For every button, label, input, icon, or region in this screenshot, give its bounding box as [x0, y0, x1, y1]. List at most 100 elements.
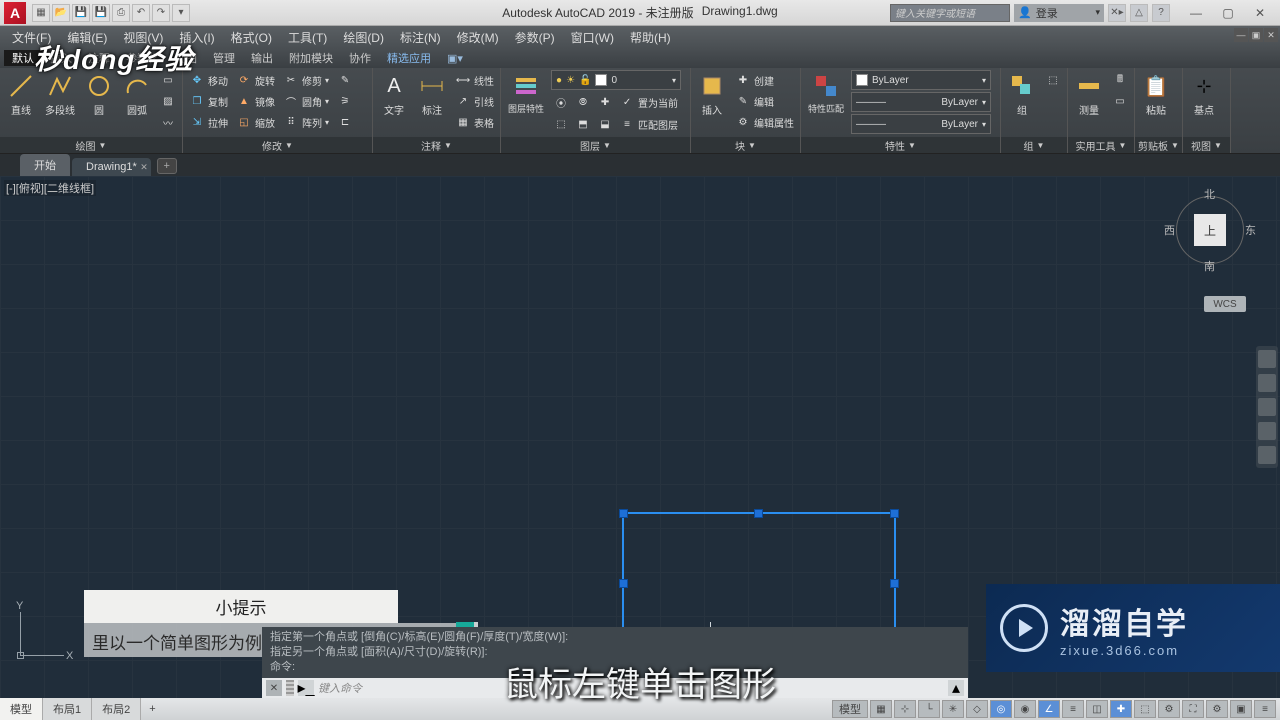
match-properties-button[interactable]: 特性匹配	[805, 70, 847, 117]
status-grid-icon[interactable]: ▦	[870, 700, 892, 718]
layer-tool2-icon[interactable]: ⦾	[573, 92, 593, 112]
cmd-grip-icon[interactable]	[286, 680, 294, 696]
tab-featured[interactable]: 精选应用	[379, 50, 439, 66]
text-button[interactable]: A文字	[377, 70, 411, 119]
lineweight-dropdown[interactable]: ———ByLayer▾	[851, 92, 991, 112]
status-polar-icon[interactable]: ✳	[942, 700, 964, 718]
rotate-button[interactable]: ⟳旋转	[234, 70, 277, 90]
help-icon[interactable]: ?	[1152, 4, 1170, 22]
setcurrent-button[interactable]: ✓置为当前	[617, 92, 680, 112]
favorite-icon[interactable]: △	[1130, 4, 1148, 22]
spline-icon[interactable]: 〰	[158, 112, 178, 132]
copy-button[interactable]: ❐复制	[187, 91, 230, 111]
editattr-button[interactable]: ⚙编辑属性	[733, 112, 796, 132]
app-logo[interactable]: A	[4, 2, 26, 24]
status-iso-icon[interactable]: ◇	[966, 700, 988, 718]
paste-button[interactable]: 📋粘贴	[1139, 70, 1173, 119]
linear-dim-button[interactable]: ⟷线性	[453, 70, 496, 90]
qat-save-icon[interactable]: 💾	[72, 4, 90, 22]
viewcube-top-face[interactable]: 上	[1194, 214, 1226, 246]
status-custom-icon[interactable]: ≡	[1254, 700, 1276, 718]
layer-tool4-icon[interactable]: ⬚	[551, 114, 571, 134]
status-ws-icon[interactable]: ⚙	[1206, 700, 1228, 718]
layer-properties-button[interactable]: 图层特性	[505, 70, 547, 117]
tab-expand-icon[interactable]: ▣▾	[439, 52, 471, 65]
qat-undo-icon[interactable]: ↶	[132, 4, 150, 22]
qat-open-icon[interactable]: 📂	[52, 4, 70, 22]
menu-dimension[interactable]: 标注(N)	[392, 26, 449, 48]
menu-format[interactable]: 格式(O)	[223, 26, 280, 48]
status-3dosnap-icon[interactable]: ◉	[1014, 700, 1036, 718]
offset-icon[interactable]: ⊏	[335, 112, 355, 132]
nav-orbit-icon[interactable]	[1258, 422, 1276, 440]
layer-dropdown[interactable]: ● ☀ 🔓 0 ▾	[551, 70, 681, 90]
menu-modify[interactable]: 修改(M)	[449, 26, 507, 48]
qat-plot-icon[interactable]: ⎙	[112, 4, 130, 22]
hatch-icon[interactable]: ▨	[158, 91, 178, 111]
nav-showmotion-icon[interactable]	[1258, 446, 1276, 464]
doc-restore-button[interactable]: ▣	[1249, 28, 1263, 42]
select-icon[interactable]: ▭	[1110, 91, 1130, 111]
layout-add-button[interactable]: +	[141, 698, 163, 720]
exchange-icon[interactable]: ✕▸	[1108, 4, 1126, 22]
fillet-button[interactable]: ⌒圆角▾	[281, 91, 331, 111]
leader-button[interactable]: ↗引线	[453, 91, 496, 111]
qat-new-icon[interactable]: ▦	[32, 4, 50, 22]
menu-draw[interactable]: 绘图(D)	[335, 26, 392, 48]
tab-collaborate[interactable]: 协作	[341, 50, 379, 66]
menu-parametric[interactable]: 参数(P)	[507, 26, 563, 48]
status-osnap-icon[interactable]: ◎	[990, 700, 1012, 718]
array-button[interactable]: ⠿阵列▾	[281, 112, 331, 132]
qat-saveas-icon[interactable]: 💾	[92, 4, 110, 22]
nav-zoom-icon[interactable]	[1258, 398, 1276, 416]
scale-button[interactable]: ◱缩放	[234, 112, 277, 132]
view-cube[interactable]: 上 北 南 东 西	[1170, 190, 1250, 270]
tab-drawing1[interactable]: Drawing1*✕	[72, 158, 151, 176]
layer-tool-icon[interactable]: ⦿	[551, 92, 571, 112]
tab-manage[interactable]: 管理	[205, 50, 243, 66]
status-anno-icon[interactable]: ⛶	[1182, 700, 1204, 718]
menu-tools[interactable]: 工具(T)	[280, 26, 335, 48]
dimension-button[interactable]: 标注	[415, 70, 449, 119]
ungroup-icon[interactable]: ⬚	[1043, 70, 1063, 90]
layout-1[interactable]: 布局1	[43, 698, 92, 720]
table-button[interactable]: ▦表格	[453, 112, 496, 132]
new-tab-button[interactable]: +	[157, 158, 177, 174]
status-ortho-icon[interactable]: └	[918, 700, 940, 718]
mirror-button[interactable]: ▲镜像	[234, 91, 277, 111]
grip-top-left[interactable]	[619, 509, 628, 518]
layer-tool5-icon[interactable]: ⬒	[573, 114, 593, 134]
layer-tool6-icon[interactable]: ⬓	[595, 114, 615, 134]
grip-right-mid[interactable]	[890, 579, 899, 588]
tab-output[interactable]: 输出	[243, 50, 281, 66]
close-button[interactable]: ✕	[1244, 3, 1276, 23]
grip-top-mid[interactable]	[754, 509, 763, 518]
explode-icon[interactable]: ⚞	[335, 91, 355, 111]
login-button[interactable]: 👤 登录 ▾	[1014, 4, 1104, 22]
doc-close-button[interactable]: ✕	[1264, 28, 1278, 42]
nav-pan-icon[interactable]	[1258, 374, 1276, 392]
status-otrack-icon[interactable]: ∠	[1038, 700, 1060, 718]
menu-help[interactable]: 帮助(H)	[622, 26, 679, 48]
status-lwt-icon[interactable]: ≡	[1062, 700, 1084, 718]
insert-block-button[interactable]: 插入	[695, 70, 729, 119]
create-block-button[interactable]: ✚创建	[733, 70, 796, 90]
nav-wheel-icon[interactable]	[1258, 350, 1276, 368]
grip-top-right[interactable]	[890, 509, 899, 518]
command-input[interactable]: 键入命令	[318, 680, 362, 696]
cmd-close-icon[interactable]: ✕	[266, 680, 282, 696]
grip-left-mid[interactable]	[619, 579, 628, 588]
line-button[interactable]: 直线	[4, 70, 38, 119]
close-tab-icon[interactable]: ✕	[140, 162, 148, 173]
maximize-button[interactable]: ▢	[1212, 3, 1244, 23]
minimize-button[interactable]: —	[1180, 3, 1212, 23]
basepoint-button[interactable]: ⊹基点	[1187, 70, 1221, 119]
edit-block-button[interactable]: ✎编辑	[733, 91, 796, 111]
layer-tool3-icon[interactable]: ✚	[595, 92, 615, 112]
qat-more-icon[interactable]: ▾	[172, 4, 190, 22]
wcs-badge[interactable]: WCS	[1204, 296, 1246, 312]
status-dyn-icon[interactable]: ✚	[1110, 700, 1132, 718]
status-sel-icon[interactable]: ⬚	[1134, 700, 1156, 718]
matchlayer-button[interactable]: ≡匹配图层	[617, 114, 680, 134]
menu-window[interactable]: 窗口(W)	[563, 26, 622, 48]
